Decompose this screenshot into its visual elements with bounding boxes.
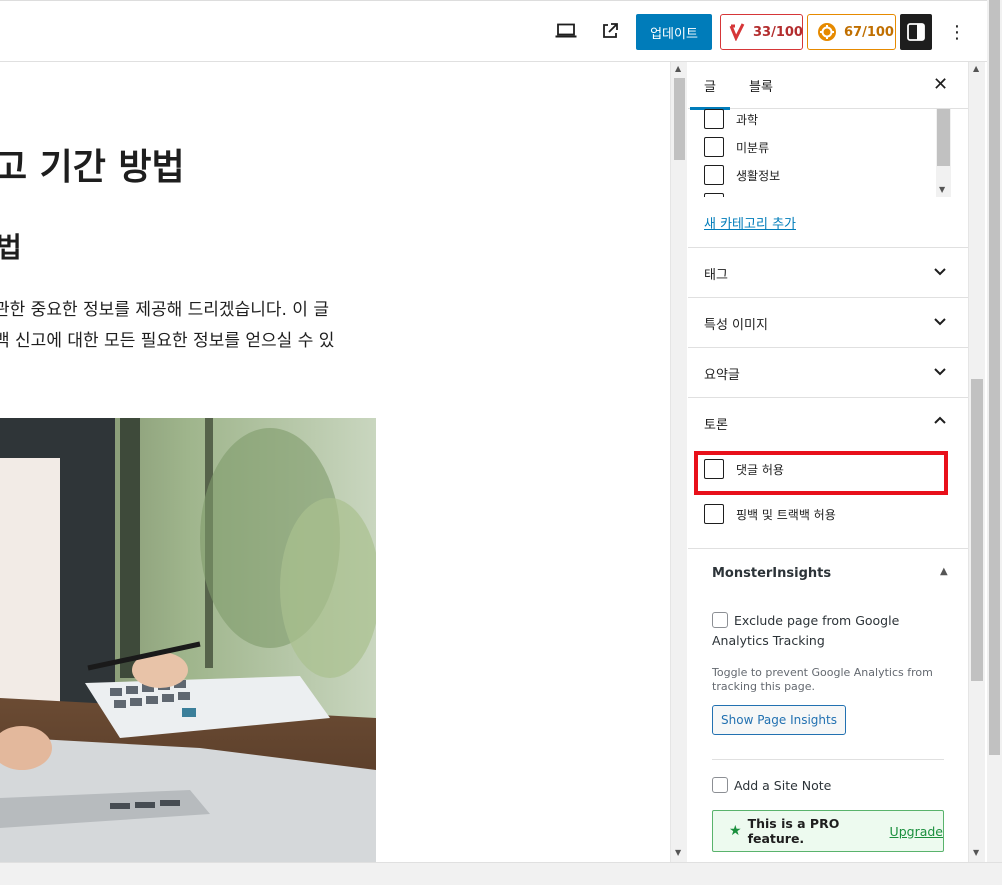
- category-label: 미분류: [736, 140, 770, 155]
- category-label: 과학: [736, 112, 759, 127]
- exclude-tracking-option[interactable]: Exclude page from Google Analytics Track…: [712, 611, 946, 651]
- sidebar-tabs: 글 블록 ✕: [688, 62, 968, 110]
- monsterinsights-title: MonsterInsights: [712, 566, 832, 581]
- editor-scrollbar[interactable]: ▲ ▼: [670, 62, 687, 862]
- window-scrollbar[interactable]: [987, 0, 1002, 862]
- tab-block[interactable]: 블록: [749, 76, 773, 95]
- site-note-option[interactable]: Add a Site Note: [712, 777, 831, 793]
- category-item[interactable]: [704, 189, 736, 197]
- panel-tags[interactable]: 태그: [688, 247, 968, 297]
- readability-score-button[interactable]: 67/100: [807, 14, 896, 50]
- divider: [712, 759, 944, 760]
- site-note-checkbox[interactable]: [712, 777, 728, 793]
- allow-pingbacks-label: 핑백 및 트랙백 허용: [736, 507, 836, 522]
- caret-up-icon[interactable]: ▲: [940, 566, 948, 577]
- window-scroll-thumb[interactable]: [989, 0, 1000, 755]
- star-icon: ★: [729, 823, 742, 839]
- external-link-icon[interactable]: [597, 18, 623, 44]
- category-label: 생활정보: [736, 168, 781, 183]
- editor-toolbar: 업데이트 33/100 67/100 ⋮: [0, 0, 987, 62]
- chevron-up-icon: [934, 416, 946, 424]
- settings-toggle-button[interactable]: [900, 14, 932, 50]
- highlight-box: [694, 451, 948, 495]
- tab-post[interactable]: 글: [690, 76, 730, 110]
- section-heading[interactable]: 법: [0, 226, 22, 266]
- laptop-icon[interactable]: [553, 18, 579, 44]
- post-heading[interactable]: 고 기간 방법: [0, 138, 185, 190]
- paragraph-block[interactable]: 관한 중요한 정보를 제공해 드리겠습니다. 이 글 백 신고에 대한 모든 필…: [0, 295, 334, 357]
- exclude-tracking-label: Exclude page from Google Analytics Track…: [712, 613, 900, 648]
- panel-title: 태그: [704, 268, 728, 283]
- panel-featured-image[interactable]: 특성 이미지: [688, 297, 968, 347]
- show-page-insights-button[interactable]: Show Page Insights: [712, 705, 846, 735]
- seo-score: 33/100: [753, 24, 803, 40]
- monsterinsights-panel: MonsterInsights ▲ Exclude page from Goog…: [688, 548, 968, 862]
- allow-pingbacks-option[interactable]: 핑백 및 트랙백 허용: [704, 501, 836, 527]
- category-scrollbar[interactable]: ▼: [936, 109, 951, 197]
- more-options-button[interactable]: ⋮: [944, 18, 970, 46]
- category-item[interactable]: 과학: [704, 109, 758, 133]
- upgrade-link[interactable]: Upgrade: [890, 824, 943, 839]
- panel-title: 특성 이미지: [704, 318, 768, 333]
- featured-photo-calculator[interactable]: [0, 418, 376, 862]
- pro-feature-text: This is a PRO feature.: [747, 816, 840, 846]
- bottom-status-strip: [0, 862, 1002, 885]
- scroll-down-arrow-icon[interactable]: ▼: [973, 848, 979, 857]
- sidebar-scroll-thumb[interactable]: [971, 379, 983, 681]
- sidebar-toggle-icon: [907, 23, 925, 41]
- category-checkbox[interactable]: [704, 137, 724, 157]
- category-checkbox[interactable]: [704, 109, 724, 129]
- scroll-down-arrow-icon[interactable]: ▼: [675, 848, 681, 857]
- scroll-down-arrow-icon[interactable]: ▼: [939, 185, 945, 194]
- readability-logo-icon: [816, 21, 838, 43]
- settings-sidebar: 글 블록 ✕ 과학 미분류 생활정보 ▼ 새 카테고리 추가 태그 특성 이미지: [688, 62, 968, 862]
- panel-title: 토론: [704, 418, 728, 433]
- exclude-tracking-help: Toggle to prevent Google Analytics from …: [712, 666, 933, 693]
- add-category-link[interactable]: 새 카테고리 추가: [704, 213, 796, 232]
- paragraph-line-2: 백 신고에 대한 모든 필요한 정보를 얻으실 수 있: [0, 331, 335, 351]
- panel-title: 요약글: [704, 368, 740, 383]
- category-item[interactable]: 미분류: [704, 133, 769, 161]
- allow-pingbacks-checkbox[interactable]: [704, 504, 724, 524]
- category-item[interactable]: 생활정보: [704, 161, 780, 189]
- update-button[interactable]: 업데이트: [636, 14, 712, 50]
- site-note-label: Add a Site Note: [734, 778, 832, 793]
- pro-feature-notice: ★ This is a PRO feature. Upgrade: [712, 810, 944, 852]
- close-icon[interactable]: ✕: [933, 74, 948, 95]
- chevron-down-icon: [934, 368, 946, 376]
- category-checkbox[interactable]: [704, 165, 724, 185]
- readability-score: 67/100: [844, 24, 894, 40]
- category-checkbox[interactable]: [704, 193, 724, 197]
- panel-discussion[interactable]: 토론: [688, 397, 968, 447]
- category-scroll-thumb[interactable]: [937, 109, 950, 166]
- sidebar-scrollbar[interactable]: ▲ ▼: [968, 62, 985, 862]
- yoast-logo-icon: [729, 21, 747, 43]
- editor-canvas[interactable]: 고 기간 방법 법 관한 중요한 정보를 제공해 드리겠습니다. 이 글 백 신…: [0, 62, 670, 862]
- chevron-down-icon: [934, 318, 946, 326]
- scroll-up-arrow-icon[interactable]: ▲: [675, 64, 681, 73]
- paragraph-line-1: 관한 중요한 정보를 제공해 드리겠습니다. 이 글: [0, 300, 329, 320]
- scroll-up-arrow-icon[interactable]: ▲: [973, 64, 979, 73]
- editor-scroll-thumb[interactable]: [674, 78, 685, 160]
- panel-excerpt[interactable]: 요약글: [688, 347, 968, 397]
- exclude-tracking-checkbox[interactable]: [712, 612, 728, 628]
- seo-score-button[interactable]: 33/100: [720, 14, 803, 50]
- chevron-down-icon: [934, 268, 946, 276]
- category-list: 과학 미분류 생활정보: [704, 109, 951, 197]
